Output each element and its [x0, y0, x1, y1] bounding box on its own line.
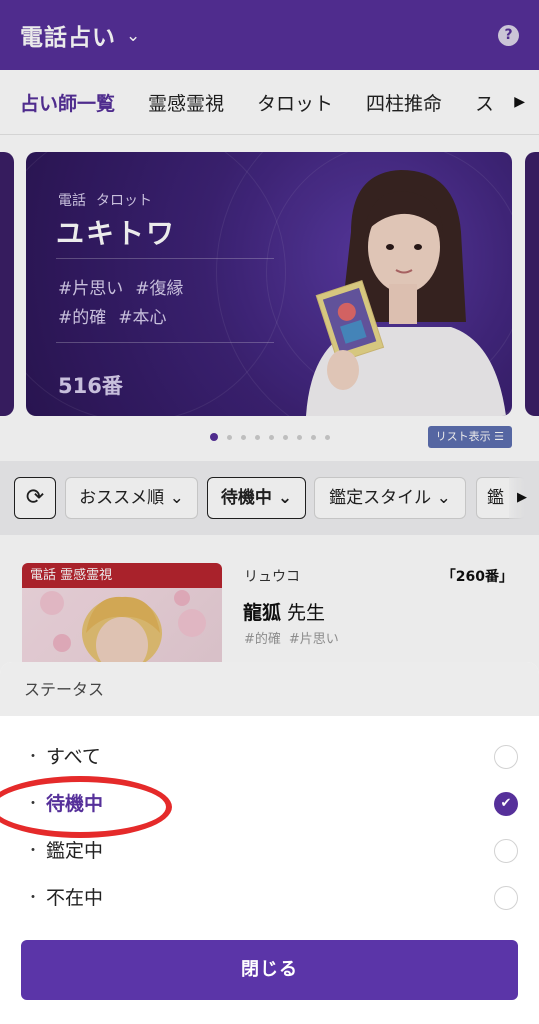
- radio-checked-icon[interactable]: ✔: [494, 792, 518, 816]
- status-option-absent[interactable]: ・ 不在中: [0, 875, 539, 921]
- radio-unchecked-icon[interactable]: [494, 839, 518, 863]
- radio-unchecked-icon[interactable]: [494, 745, 518, 769]
- status-option-all[interactable]: ・ すべて: [0, 734, 539, 780]
- option-label: 不在中: [46, 887, 104, 909]
- sheet-title: ステータス: [0, 662, 539, 716]
- status-bottom-sheet: ステータス ・ すべて ・ 待機中 ✔ ・ 鑑定中 ・ 不在中 閉じる: [0, 662, 539, 1024]
- radio-unchecked-icon[interactable]: [494, 886, 518, 910]
- option-label: 鑑定中: [46, 840, 104, 862]
- option-label: すべて: [46, 746, 101, 768]
- close-button[interactable]: 閉じる: [21, 940, 518, 1000]
